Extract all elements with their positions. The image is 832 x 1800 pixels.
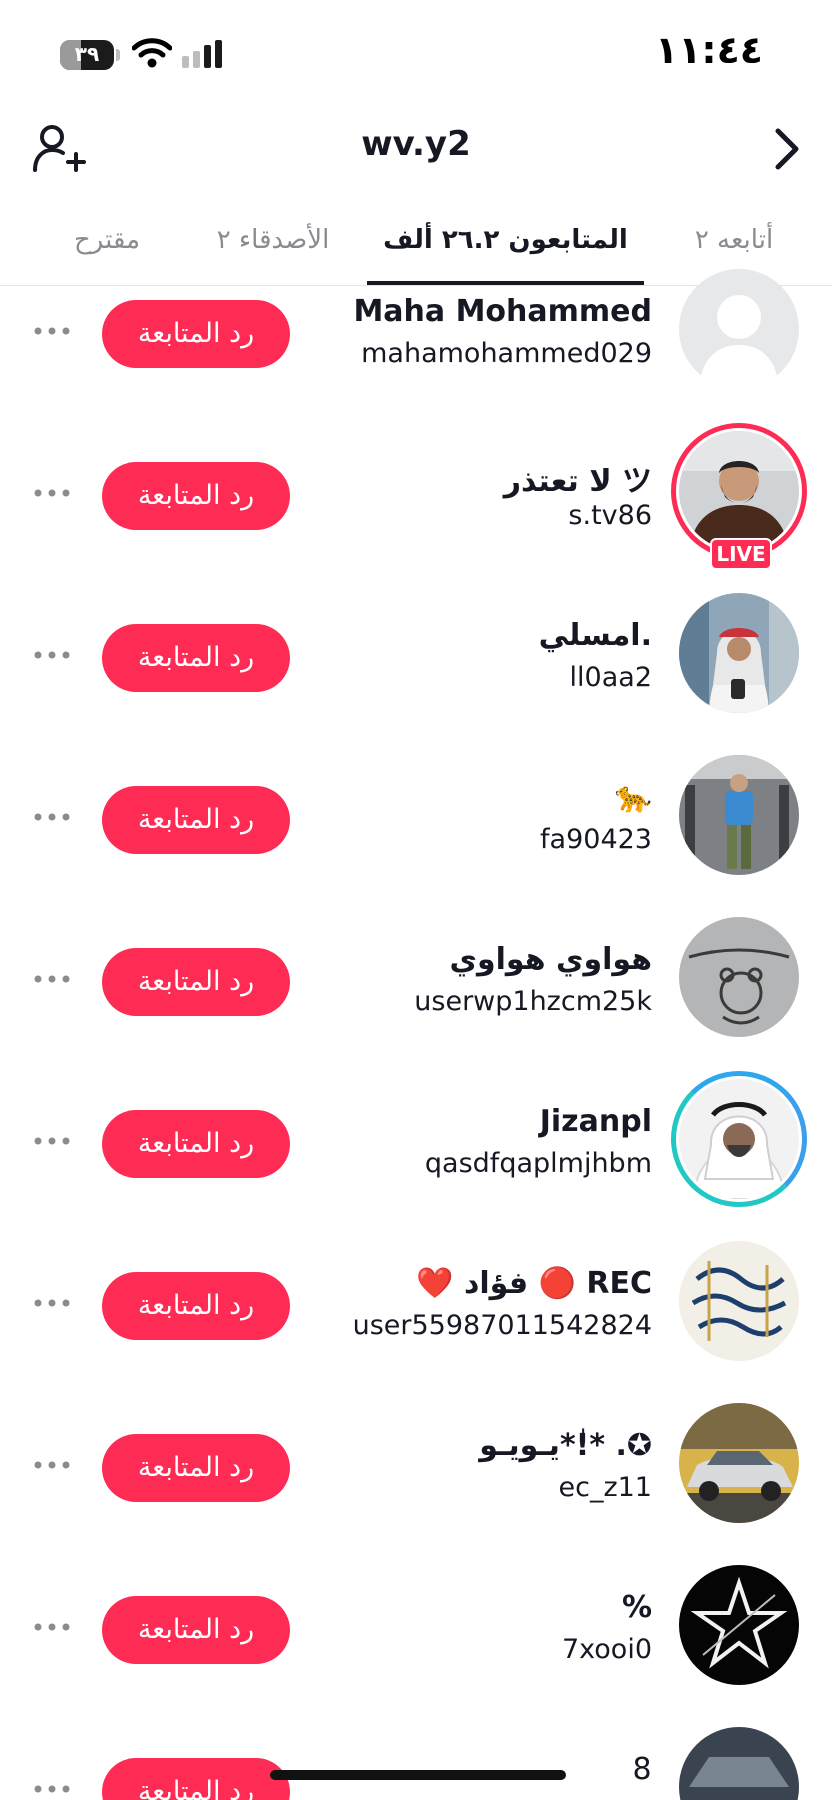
avatar[interactable] [676,1724,802,1800]
more-horizontal-icon[interactable] [32,1456,72,1475]
display-name: Maha Mohammed [353,294,652,329]
more-horizontal-icon[interactable] [32,1618,72,1637]
follow-back-button[interactable]: رد المتابعة [102,786,290,854]
list-item[interactable]: LIVE لا تعتذر ツ s.tv86 رد المتابعة [0,423,832,590]
live-badge: LIVE [710,538,772,570]
display-name: ❤️ فؤاد 🔴 REC [416,1266,652,1301]
tab-followers[interactable]: المتابعون ٢٦.٢ ألف [367,225,644,255]
chevron-right-icon[interactable] [770,126,804,176]
man-shemagh-mirror-photo [679,593,799,713]
avatar[interactable]: LIVE [671,423,807,570]
battery-percentage: ٣٩ [74,42,100,66]
username: fa90423 [540,824,652,855]
more-horizontal-icon[interactable] [32,322,72,341]
list-item[interactable]: رد المتابعة [0,1724,832,1800]
follow-back-button[interactable]: رد المتابعة [102,1272,290,1340]
car-photo [679,1403,799,1523]
avatar[interactable] [671,1071,807,1207]
avatar[interactable] [676,752,802,878]
page-title: wv.y2 [361,124,471,164]
cellular-signal-icon [182,40,226,72]
username: mahamohammed029 [361,338,652,369]
list-item[interactable]: Maha Mohammed mahamohammed029 رد المتابع… [0,266,832,428]
list-item[interactable]: 🐆 fa90423 رد المتابعة [0,752,832,914]
display-name: % [621,1590,652,1625]
username: ec_z11 [558,1472,653,1503]
tab-friends[interactable]: الأصدقاء ٢ [198,225,348,255]
more-horizontal-icon[interactable] [32,808,72,827]
username: qasdfqaplmjhbm [424,1148,652,1179]
home-indicator[interactable] [270,1770,566,1780]
avatar[interactable] [676,1238,802,1364]
more-horizontal-icon[interactable] [32,1132,72,1151]
star-logo [679,1565,799,1685]
default-avatar [679,269,799,389]
follow-back-button[interactable]: رد المتابعة [102,1434,290,1502]
follow-back-button[interactable]: رد المتابعة [102,462,290,530]
tab-following[interactable]: أتابعه ٢ [664,225,804,255]
list-item[interactable]: % 7xooi0 رد المتابعة [0,1562,832,1724]
username: userwp1hzcm25k [414,986,652,1017]
more-horizontal-icon[interactable] [32,970,72,989]
man-ghutra-photo [679,1079,799,1199]
follow-back-button[interactable]: رد المتابعة [102,948,290,1016]
follow-back-button[interactable]: رد المتابعة [102,1596,290,1664]
more-horizontal-icon[interactable] [32,646,72,665]
follow-back-button[interactable]: رد المتابعة [102,300,290,368]
avatar[interactable] [676,1562,802,1688]
display-name: 8 [632,1752,652,1787]
car-partial-photo [679,1727,799,1800]
list-item[interactable]: ❤️ فؤاد 🔴 REC user55987011542824 رد المت… [0,1238,832,1400]
username: s.tv86 [568,500,652,531]
person-plus-icon[interactable] [32,122,86,180]
more-horizontal-icon[interactable] [32,1294,72,1313]
wifi-icon [131,38,173,72]
avatar[interactable] [676,1400,802,1526]
man-beard-photo [679,431,799,551]
followers-screen: ١١:٤٤ ٣٩ wv.y2 أتابعه ٢ المتابعون ٢٦.٢ أ… [0,0,832,1800]
list-item[interactable]: هواوي هواوي userwp1hzcm25k رد المتابعة [0,914,832,1076]
pooh-sketch-photo [679,917,799,1037]
username: user55987011542824 [352,1310,652,1341]
follow-back-button[interactable]: رد المتابعة [102,1110,290,1178]
gym-selfie-photo [679,755,799,875]
battery-icon: ٣٩ [60,40,114,70]
more-horizontal-icon[interactable] [32,1780,72,1799]
battery-cap [116,49,120,61]
more-horizontal-icon[interactable] [32,484,72,503]
display-name: يـويـو*!ٰ* .✪ [479,1428,652,1463]
list-item[interactable]: يـويـو*!ٰ* .✪ ec_z11 رد المتابعة [0,1400,832,1562]
username: 7xooi0 [561,1634,652,1665]
avatar[interactable] [676,590,802,716]
display-name: امسلي. [538,618,652,653]
avatar[interactable] [676,266,802,392]
tab-suggested[interactable]: مقترح [52,225,162,255]
username: ll0aa2 [569,662,652,693]
display-name: هواوي هواوي [449,942,652,977]
display-name: 🐆 [614,780,652,815]
status-time: ١١:٤٤ [655,28,763,72]
arabic-calligraphy [679,1241,799,1361]
follow-back-button[interactable]: رد المتابعة [102,624,290,692]
list-item[interactable]: Jizanpl qasdfqaplmjhbm رد المتابعة [0,1071,832,1238]
display-name: Jizanpl [539,1104,652,1139]
list-item[interactable]: امسلي. ll0aa2 رد المتابعة [0,590,832,752]
avatar[interactable] [676,914,802,1040]
follow-back-button[interactable]: رد المتابعة [102,1758,290,1800]
display-name: لا تعتذر ツ [503,464,652,499]
